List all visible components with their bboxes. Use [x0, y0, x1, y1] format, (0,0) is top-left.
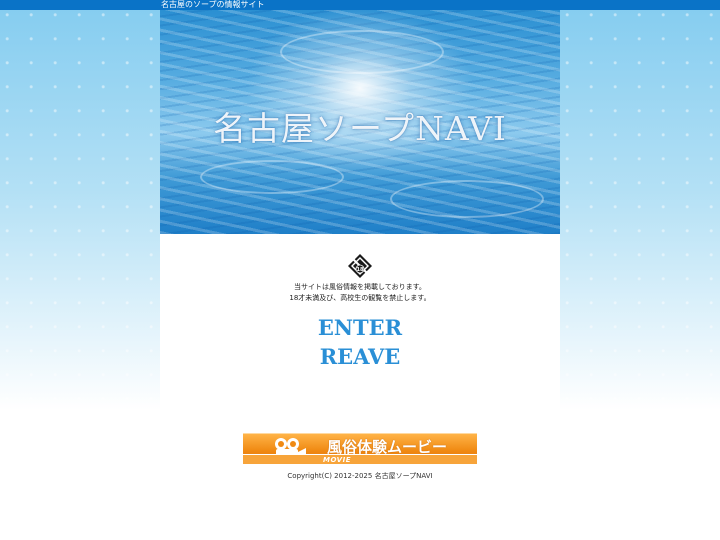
leave-link[interactable]: REAVE [160, 344, 560, 369]
background-right-decoration [560, 10, 720, 410]
top-bar: 名古屋のソープの情報サイト [0, 0, 720, 10]
footer-copyright: Copyright(C) 2012-2025 名古屋ソープNAVI [287, 472, 433, 480]
background-left-decoration [0, 10, 160, 410]
banner-stripe [243, 454, 477, 464]
age-18-restriction-icon: 18 [348, 254, 372, 278]
banner-subtitle: MOVIE [323, 456, 351, 464]
notice-line-2: 18才未満及び、高校生の観覧を禁止します。 [289, 294, 431, 302]
site-title-logo: 名古屋ソープNAVI [213, 109, 507, 148]
hero-water-image: 名古屋ソープNAVI [160, 10, 560, 234]
enter-link[interactable]: ENTER [160, 315, 560, 340]
water-ripple [200, 160, 344, 194]
age-badge-text: 18 [357, 267, 364, 273]
notice-line-1: 当サイトは風俗情報を掲載しております。 [294, 283, 426, 291]
movie-banner[interactable]: 風俗体験ムービー MOVIE [243, 433, 477, 464]
site-tagline: 名古屋のソープの情報サイト [161, 0, 265, 9]
water-ripple [280, 30, 444, 74]
age-warning-notice: 当サイトは風俗情報を掲載しております。 18才未満及び、高校生の観覧を禁止します… [160, 282, 560, 304]
main-content: 名古屋ソープNAVI 18 当サイトは風俗情報を掲載しております。 18才未満及… [160, 10, 560, 540]
water-ripple [390, 180, 544, 218]
